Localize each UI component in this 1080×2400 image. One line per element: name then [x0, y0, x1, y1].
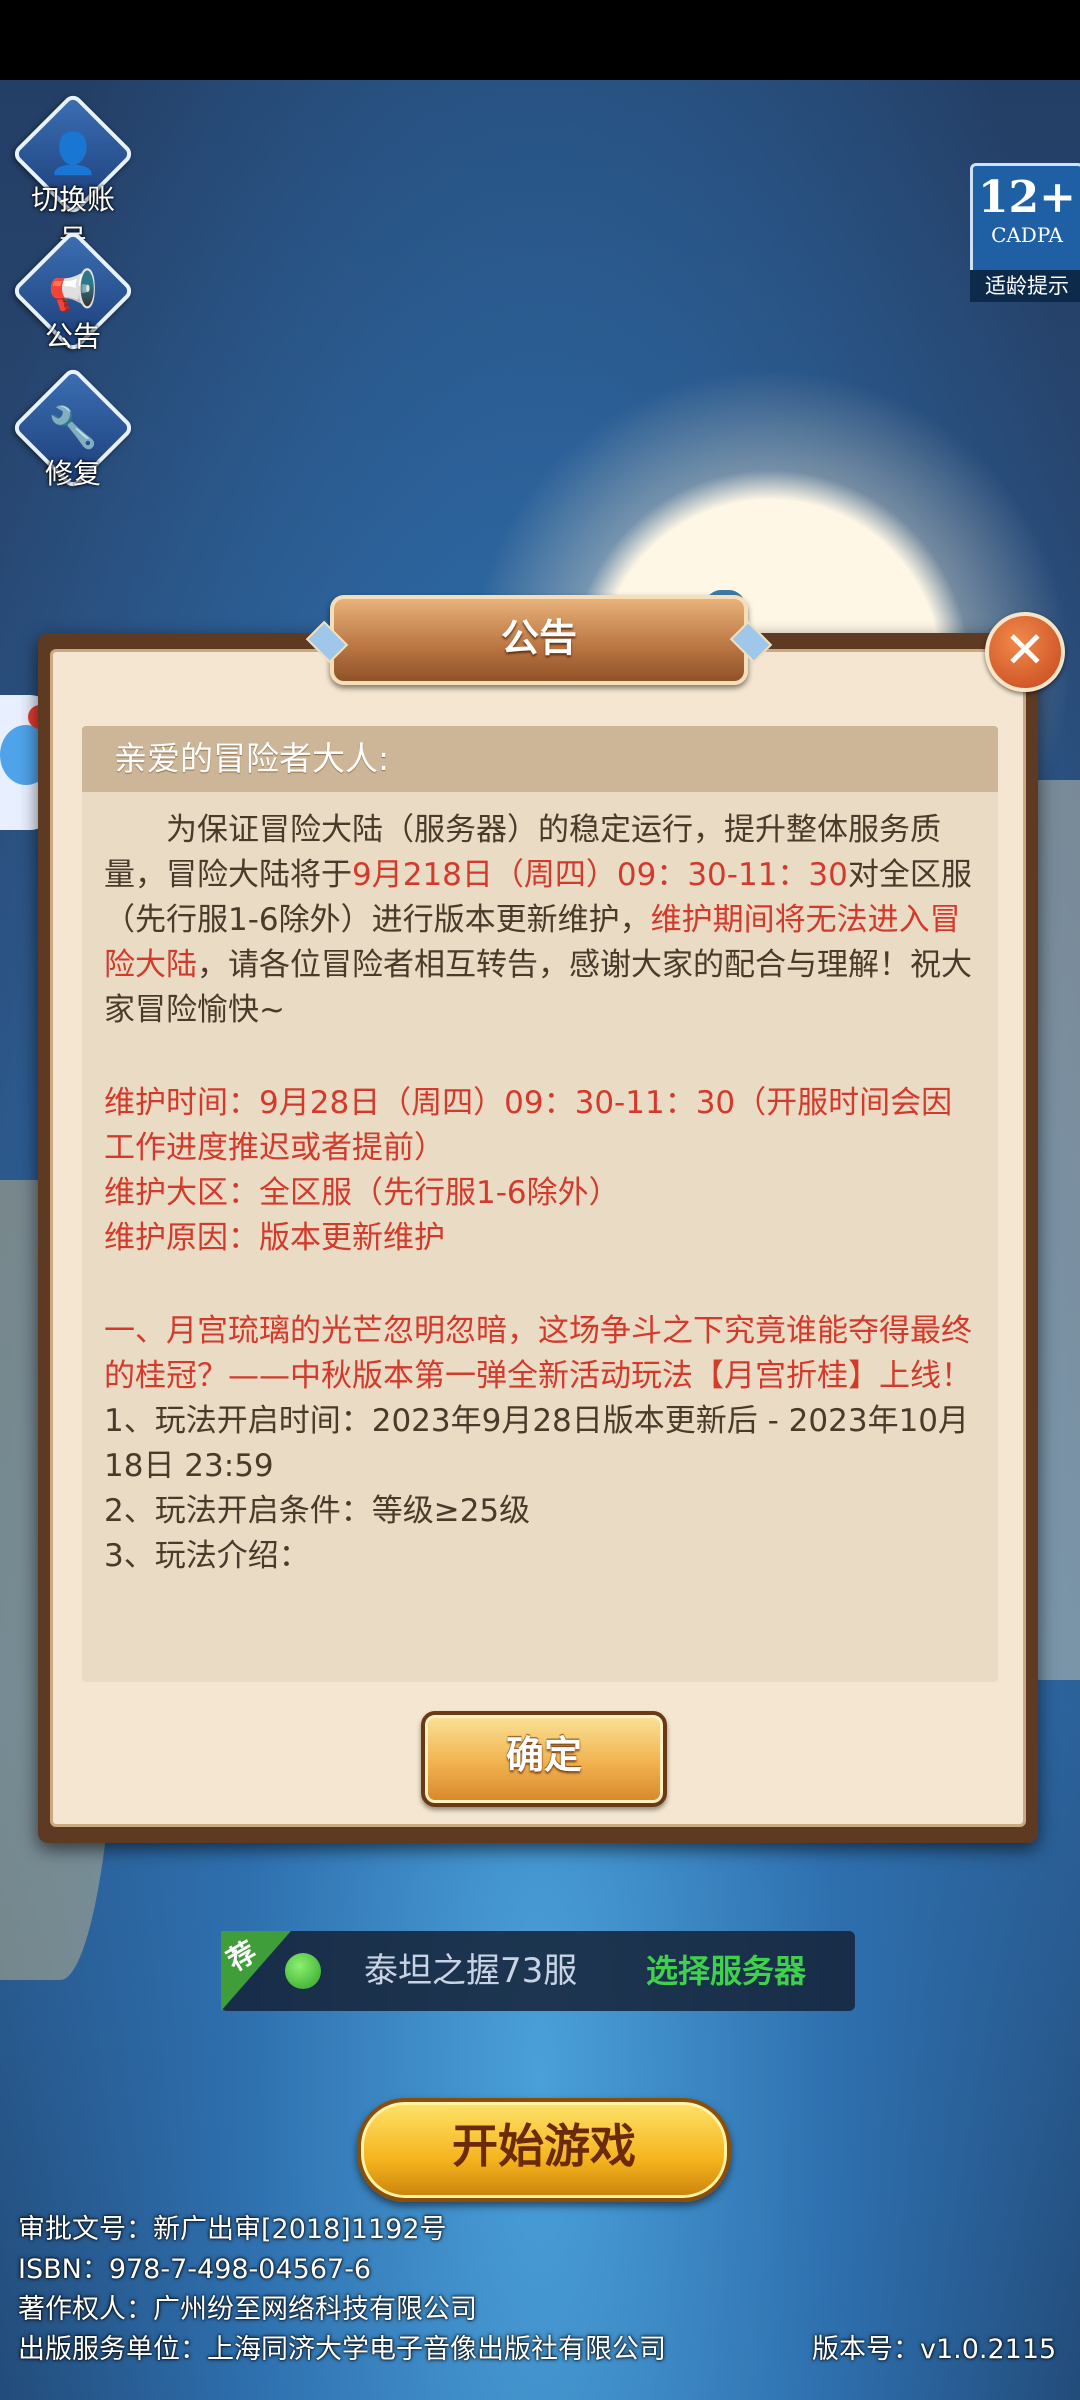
maintenance-time: 维护时间：9月28日（周四）09：30-11：30（开服时间会因工作进度推迟或者… — [104, 1085, 953, 1166]
copyright-holder: 著作权人：广州纷至网络科技有限公司 — [18, 2294, 477, 2325]
server-selector[interactable]: 荐 泰坦之握73服 选择服务器 — [221, 1931, 855, 2011]
switch-account-button[interactable]: 👤 切换账号 — [10, 91, 136, 256]
age-rating-org: CADPA — [991, 223, 1063, 247]
age-rating-tip: 适龄提示 — [970, 270, 1080, 302]
section-1-item-1: 1、玩法开启时间：2023年9月28日版本更新后 - 2023年10月18日 2… — [104, 1403, 970, 1484]
intro-paragraph: 为保证冒险大陆（服务器）的稳定运行，提升整体服务质量，冒险大陆将于9月218日（… — [104, 808, 978, 1033]
repair-label: 修复 — [44, 457, 101, 490]
section-1-item-3: 3、玩法介绍： — [104, 1538, 310, 1574]
status-bar — [0, 0, 1080, 80]
age-rating-number: 12+ — [977, 172, 1077, 223]
announcement-button[interactable]: 📢 公告 — [10, 228, 136, 367]
age-rating-badge[interactable]: 12+ CADPA 适龄提示 — [970, 163, 1080, 302]
dialog-title-text: 公告 — [500, 616, 577, 660]
version-number: 版本号：v1.0.2115 — [812, 2334, 1057, 2365]
close-button[interactable]: ✕ — [985, 612, 1065, 692]
maintenance-reason: 维护原因：版本更新维护 — [104, 1220, 445, 1256]
isbn: ISBN：978-7-498-04567-6 — [18, 2254, 372, 2285]
maintenance-area: 维护大区：全区服（先行服1-6除外） — [104, 1175, 620, 1211]
select-server-button[interactable]: 选择服务器 — [646, 1931, 806, 2011]
intro-text-c: ，请各位冒险者相互转告，感谢大家的配合与理解！祝大家冒险愉快~ — [104, 947, 972, 1028]
server-name: 泰坦之握73服 — [364, 1951, 578, 1991]
announcement-label: 公告 — [44, 320, 101, 353]
start-game-button[interactable]: 开始游戏 — [357, 2098, 731, 2202]
announcement-content[interactable]: 亲爱的冒险者大人: 为保证冒险大陆（服务器）的稳定运行，提升整体服务质量，冒险大… — [82, 726, 998, 1682]
dialog-title: 公告 — [305, 595, 773, 685]
server-status-icon — [285, 1953, 321, 1989]
section-1-item-2: 2、玩法开启条件：等级≥25级 — [104, 1493, 531, 1529]
greeting-header: 亲爱的冒险者大人: — [82, 726, 998, 792]
approval-number: 审批文号：新广出审[2018]1192号 — [18, 2214, 447, 2245]
section-1-title: 一、月宫琉璃的光芒忽明忽暗，这场争斗之下究竟谁能夺得最终的桂冠？——中秋版本第一… — [104, 1313, 972, 1394]
intro-date-highlight: 9月218日（周四）09：30-11：30 — [352, 857, 848, 893]
repair-button[interactable]: 🔧 修复 — [10, 365, 136, 504]
confirm-button[interactable]: 确定 — [421, 1711, 667, 1807]
announcement-body: 为保证冒险大陆（服务器）的稳定运行，提升整体服务质量，冒险大陆将于9月218日（… — [82, 792, 998, 1579]
close-icon: ✕ — [1004, 621, 1046, 679]
